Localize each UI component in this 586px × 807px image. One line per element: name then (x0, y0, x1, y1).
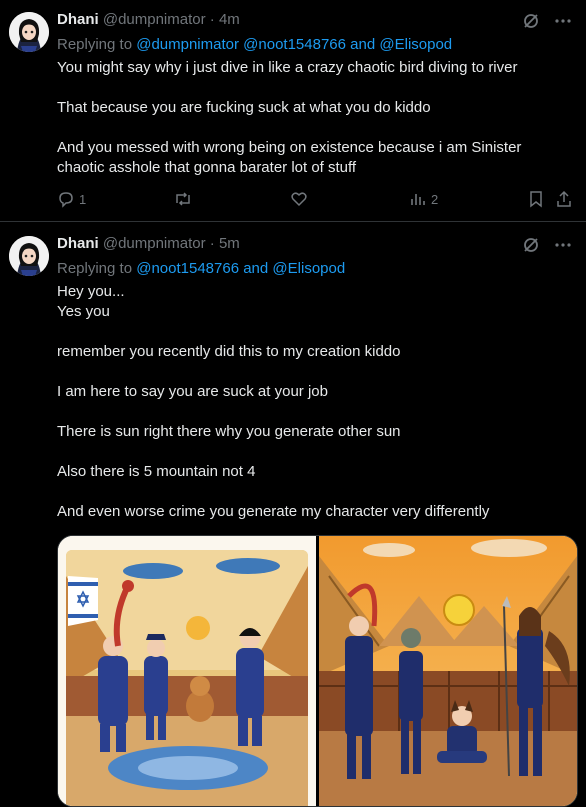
views-button[interactable]: 2 (409, 190, 438, 208)
bookmark-button[interactable] (527, 190, 545, 208)
mention-and[interactable]: and (350, 36, 375, 53)
user-handle[interactable]: @dumpnimator (103, 235, 206, 252)
tweet-line (57, 402, 577, 422)
tweet-line (57, 78, 577, 98)
heart-icon (290, 190, 308, 208)
mention-and[interactable]: and (243, 260, 268, 277)
replying-to: Replying to @dumpnimator @noot1548766 an… (57, 36, 452, 53)
reply-icon (57, 190, 75, 208)
tweet-line: I am here to say you are suck at your jo… (57, 383, 328, 400)
media-image-left[interactable] (58, 536, 316, 806)
display-name[interactable]: Dhani (57, 235, 99, 252)
tweet-line: chaotic asshole that gonna barater lot o… (57, 159, 357, 176)
tweet-text: Hey you... Yes you remember you recently… (57, 282, 577, 522)
tweet-line: remember you recently did this to my cre… (57, 343, 401, 360)
mention-link[interactable]: @noot1548766 (136, 260, 239, 277)
tweet-line (57, 482, 577, 502)
bookmark-icon (527, 190, 545, 208)
tweet-header: Dhani @dumpnimator · 5m (57, 235, 240, 252)
tweet-line: You might say why i just dive in like a … (57, 59, 518, 76)
mention-link[interactable]: @noot1548766 (243, 36, 346, 53)
tweet-1[interactable]: Dhani @dumpnimator · 4m Replying to @dum… (0, 0, 586, 220)
tweet-line (57, 118, 577, 138)
tweet-line: Yes you (57, 303, 110, 320)
views-chart-icon (409, 190, 427, 208)
media-image-right[interactable] (319, 536, 577, 806)
tweet-text: You might say why i just dive in like a … (57, 58, 577, 178)
mention-link[interactable]: @dumpnimator (136, 36, 239, 53)
mention-link[interactable]: @Elisopod (379, 36, 452, 53)
tweet-line (57, 322, 577, 342)
tweet-line: And even worse crime you generate my cha… (57, 503, 490, 520)
like-button[interactable] (290, 190, 308, 208)
avatar[interactable] (9, 236, 49, 276)
tweet-header: Dhani @dumpnimator · 4m (57, 11, 240, 28)
reply-button[interactable]: 1 (57, 190, 86, 208)
mention-link[interactable]: @Elisopod (272, 260, 345, 277)
tweet-top-actions (522, 236, 572, 254)
display-name[interactable]: Dhani (57, 11, 99, 28)
replying-to: Replying to @noot1548766 and @Elisopod (57, 260, 345, 277)
share-button[interactable] (555, 190, 573, 208)
view-count: 2 (431, 191, 439, 207)
replying-prefix: Replying to (57, 36, 133, 53)
tweet-top-actions (522, 12, 572, 30)
retweet-icon (173, 190, 193, 208)
reply-count: 1 (79, 191, 87, 207)
share-icon (555, 190, 573, 208)
grok-icon[interactable] (522, 12, 540, 30)
timestamp[interactable]: · 4m (210, 11, 240, 28)
tweet-line: Also there is 5 mountain not 4 (57, 463, 256, 480)
tweet-line: That because you are fucking suck at wha… (57, 99, 431, 116)
tweet-line (57, 362, 577, 382)
tweet-line: Hey you... (57, 283, 125, 300)
tweet-media[interactable] (57, 535, 578, 807)
tweet-line (57, 442, 577, 462)
user-handle[interactable]: @dumpnimator (103, 11, 206, 28)
retweet-button[interactable] (173, 190, 193, 208)
more-options-icon[interactable] (554, 12, 572, 30)
avatar[interactable] (9, 12, 49, 52)
grok-icon[interactable] (522, 236, 540, 254)
more-options-icon[interactable] (554, 236, 572, 254)
tweet-line: And you messed with wrong being on exist… (57, 139, 522, 156)
timestamp[interactable]: · 5m (210, 235, 240, 252)
tweet-actions: 1 2 (57, 190, 577, 210)
tweet-line: There is sun right there why you generat… (57, 423, 401, 440)
replying-prefix: Replying to (57, 260, 133, 277)
